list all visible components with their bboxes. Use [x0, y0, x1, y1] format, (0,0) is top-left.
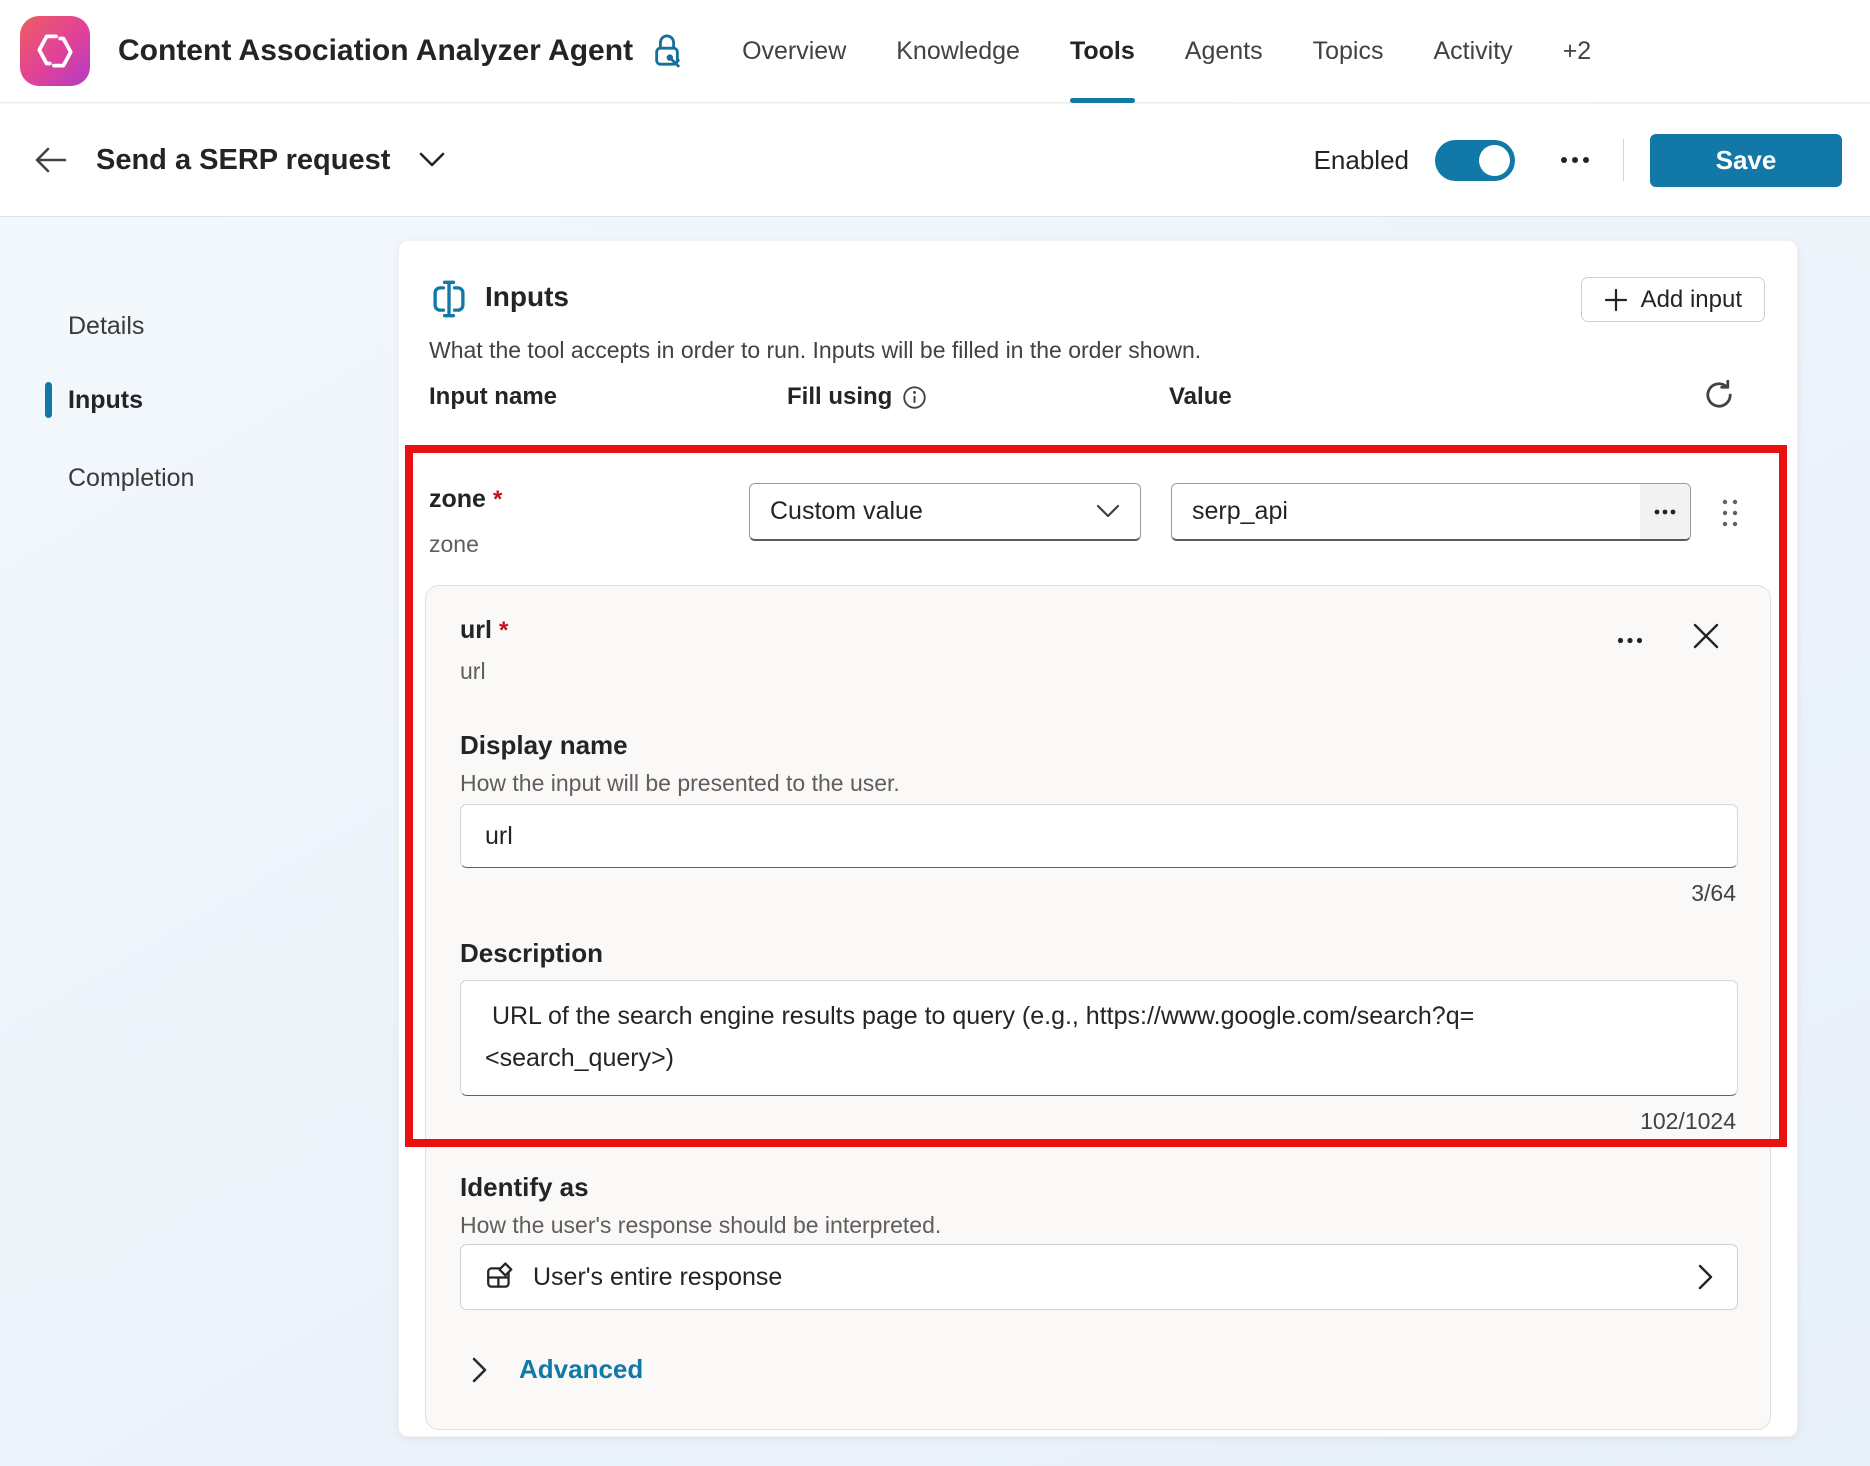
sidebar-item-label: Completion [68, 464, 194, 493]
top-header: Content Association Analyzer Agent Overv… [0, 0, 1870, 103]
input-card-name: url* [460, 616, 508, 645]
chevron-down-icon [418, 151, 446, 169]
tab-topics[interactable]: Topics [1288, 0, 1409, 102]
url-input-card: url* url Display name How the input will… [425, 585, 1771, 1430]
description-counter: 102/1024 [1640, 1108, 1736, 1135]
enabled-label: Enabled [1314, 145, 1409, 176]
identify-as-value: User's entire response [533, 1263, 782, 1292]
active-indicator [45, 382, 52, 418]
display-name-input[interactable]: url [460, 804, 1738, 868]
display-name-label: Display name [460, 730, 628, 761]
advanced-expander[interactable]: Advanced [472, 1354, 643, 1385]
description-text: URL of the search engine results page to… [485, 995, 1713, 1037]
sidebar-item-label: Details [68, 312, 144, 341]
primary-nav: Overview Knowledge Tools Agents Topics A… [717, 0, 1616, 102]
panel-subtitle: What the tool accepts in order to run. I… [429, 337, 1201, 364]
row-drag-handle[interactable] [1713, 493, 1747, 533]
tab-overview[interactable]: Overview [717, 0, 871, 102]
inputs-panel: Inputs Add input What the tool accepts i… [398, 240, 1798, 1437]
chevron-right-icon [1698, 1264, 1713, 1290]
tab-tools[interactable]: Tools [1045, 0, 1160, 102]
identify-as-hint: How the user's response should be interp… [460, 1212, 941, 1239]
tool-name-menu[interactable]: Send a SERP request [96, 144, 446, 177]
fill-using-dropdown[interactable]: Custom value [749, 483, 1141, 541]
display-name-value: url [485, 822, 513, 851]
card-more-button[interactable] [1608, 620, 1652, 660]
inputs-icon [429, 279, 469, 319]
sidebar-item-details[interactable]: Details [68, 305, 144, 347]
code-glyph-icon [32, 28, 78, 74]
display-name-hint: How the input will be presented to the u… [460, 770, 900, 797]
sidebar-item-label: Inputs [68, 386, 143, 415]
drag-dots-icon [1720, 496, 1740, 530]
tab-activity[interactable]: Activity [1409, 0, 1538, 102]
tool-name: Send a SERP request [96, 144, 390, 177]
back-arrow-icon [33, 147, 67, 173]
identify-as-label: Identify as [460, 1172, 589, 1203]
lock-key-icon [651, 32, 683, 70]
tab-overflow[interactable]: +2 [1538, 0, 1617, 102]
toolbar-actions: Enabled Save [1314, 134, 1842, 187]
refresh-icon [1703, 379, 1735, 411]
tool-sections-nav: Details Inputs Completion [0, 217, 398, 1466]
input-card-variable: url [460, 658, 486, 685]
entity-icon [485, 1262, 515, 1292]
refresh-button[interactable] [1699, 375, 1739, 415]
required-asterisk: * [493, 486, 502, 513]
agent-avatar [20, 16, 90, 86]
card-close-button[interactable] [1684, 614, 1728, 658]
identify-as-selector[interactable]: User's entire response [460, 1244, 1738, 1310]
input-row-name: zone* [429, 485, 502, 514]
description-label: Description [460, 938, 603, 969]
tab-agents[interactable]: Agents [1160, 0, 1288, 102]
value-more-button[interactable] [1640, 484, 1690, 539]
sidebar-item-inputs[interactable]: Inputs [68, 379, 143, 421]
chevron-down-icon [1096, 504, 1120, 519]
app-window: Content Association Analyzer Agent Overv… [0, 0, 1870, 1466]
display-name-counter: 3/64 [1691, 880, 1736, 907]
panel-title: Inputs [485, 281, 569, 313]
tab-knowledge[interactable]: Knowledge [871, 0, 1045, 102]
plus-icon [1604, 288, 1628, 312]
toolbar-divider [1623, 139, 1624, 181]
close-icon [1693, 623, 1719, 649]
chevron-right-icon [472, 1357, 487, 1383]
back-button[interactable] [28, 138, 72, 182]
fill-using-selected-value: Custom value [770, 497, 923, 526]
add-input-button[interactable]: Add input [1581, 277, 1765, 322]
more-horizontal-icon [1617, 637, 1643, 644]
value-text: serp_api [1172, 497, 1640, 526]
advanced-label: Advanced [519, 1354, 643, 1385]
description-text: <search_query>) [485, 1037, 1713, 1079]
enabled-toggle[interactable] [1435, 140, 1515, 181]
more-horizontal-icon [1654, 509, 1676, 515]
description-textarea[interactable]: URL of the search engine results page to… [460, 980, 1738, 1096]
column-header-input-name: Input name [429, 383, 557, 411]
sidebar-item-completion[interactable]: Completion [68, 457, 194, 499]
toolbar-more-button[interactable] [1553, 138, 1597, 182]
column-header-value: Value [1169, 383, 1232, 411]
toggle-knob [1479, 145, 1510, 176]
column-header-fill-using: Fill using [787, 383, 927, 411]
input-row-variable: zone [429, 531, 479, 558]
save-button[interactable]: Save [1650, 134, 1842, 187]
more-horizontal-icon [1560, 156, 1590, 164]
required-asterisk: * [499, 617, 508, 644]
tool-toolbar: Send a SERP request Enabled Save [0, 104, 1870, 217]
info-icon[interactable] [902, 385, 927, 410]
page-title: Content Association Analyzer Agent [118, 34, 633, 68]
value-input[interactable]: serp_api [1171, 483, 1691, 541]
add-input-label: Add input [1641, 286, 1742, 314]
